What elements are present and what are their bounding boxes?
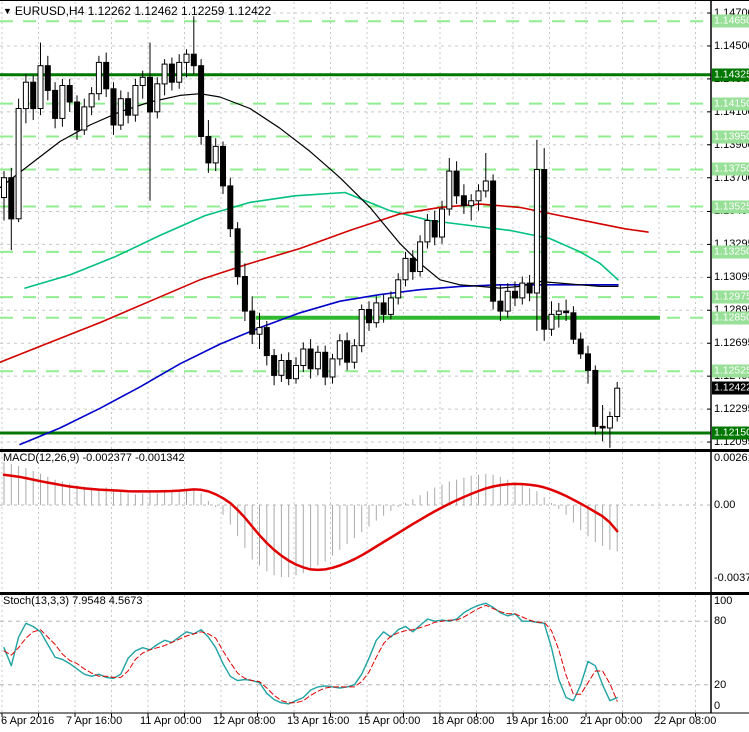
time-axis-label: 21 Apr 00:00 — [580, 715, 643, 727]
chart-symbol-label: EURUSD,H4 — [14, 4, 85, 18]
price-axis-label: 1.13095 — [714, 271, 749, 284]
price-level-badge: 1.13950 — [712, 130, 749, 144]
stoch-axis-label: 100 — [714, 595, 733, 607]
candlestick-series — [1, 16, 621, 448]
stoch-d-line — [3, 604, 618, 704]
macd-axis-label: 0.00 — [714, 499, 736, 511]
price-level-badge: 1.13525 — [712, 200, 749, 214]
stoch-axis-label: 20 — [714, 678, 727, 691]
key-level-badge: 1.12150 — [712, 426, 749, 440]
ma-black-line — [0, 93, 619, 289]
stoch-axis-label: 0 — [714, 700, 721, 712]
price-level-badge: 1.14150 — [712, 97, 749, 111]
price-axis-label: 1.12295 — [714, 403, 749, 416]
time-axis-label: 6 Apr 2016 — [1, 715, 55, 727]
macd-axis-label: 0.002619 — [714, 452, 749, 464]
chart-ohlc-values: 1.12262 1.12462 1.12259 1.12422 — [87, 4, 272, 18]
time-axis-label: 13 Apr 16:00 — [287, 715, 350, 727]
current-price-badge: 1.12422 — [712, 381, 749, 395]
symbol-marker-icon[interactable]: ▼ — [3, 6, 12, 16]
ma-red-line — [0, 203, 649, 364]
price-level-badge: 1.12850 — [712, 311, 749, 325]
time-axis-label: 22 Apr 08:00 — [654, 715, 717, 727]
stoch-indicator-label: Stoch(13,3,3) 7.9548 4.5673 — [3, 595, 143, 607]
time-axis-label: 11 Apr 00:00 — [140, 715, 202, 727]
time-axis-label: 18 Apr 08:00 — [432, 715, 495, 727]
macd-indicator-label: MACD(12,26,9) -0.002377 -0.001342 — [3, 452, 185, 464]
price-level-badge: 1.13250 — [712, 245, 749, 259]
chart-canvas — [0, 1, 749, 717]
price-axis-label: 1.14500 — [714, 39, 749, 52]
time-axis-label: 7 Apr 16:00 — [66, 715, 123, 727]
stoch-axis-label: 80 — [714, 615, 727, 628]
chart-window: ▼ EURUSD,H4 1.12262 1.12462 1.12259 1.124… — [0, 0, 749, 732]
price-level-badge: 1.14650 — [712, 14, 749, 28]
macd-axis-label: -0.003732 — [714, 571, 749, 584]
price-level-badge: 1.13750 — [712, 162, 749, 176]
time-axis-label: 12 Apr 08:00 — [213, 715, 276, 727]
chart-title: ▼ EURUSD,H4 1.12262 1.12462 1.12259 1.124… — [3, 4, 271, 18]
macd-histogram — [3, 462, 618, 578]
time-axis-label: 19 Apr 16:00 — [506, 715, 569, 727]
price-axis-label: 1.12695 — [714, 337, 749, 350]
price-level-badge: 1.12525 — [712, 364, 749, 378]
time-axis-label: 15 Apr 00:00 — [358, 715, 421, 727]
key-level-badge: 1.14325 — [712, 68, 749, 82]
price-level-badge: 1.12975 — [712, 290, 749, 304]
